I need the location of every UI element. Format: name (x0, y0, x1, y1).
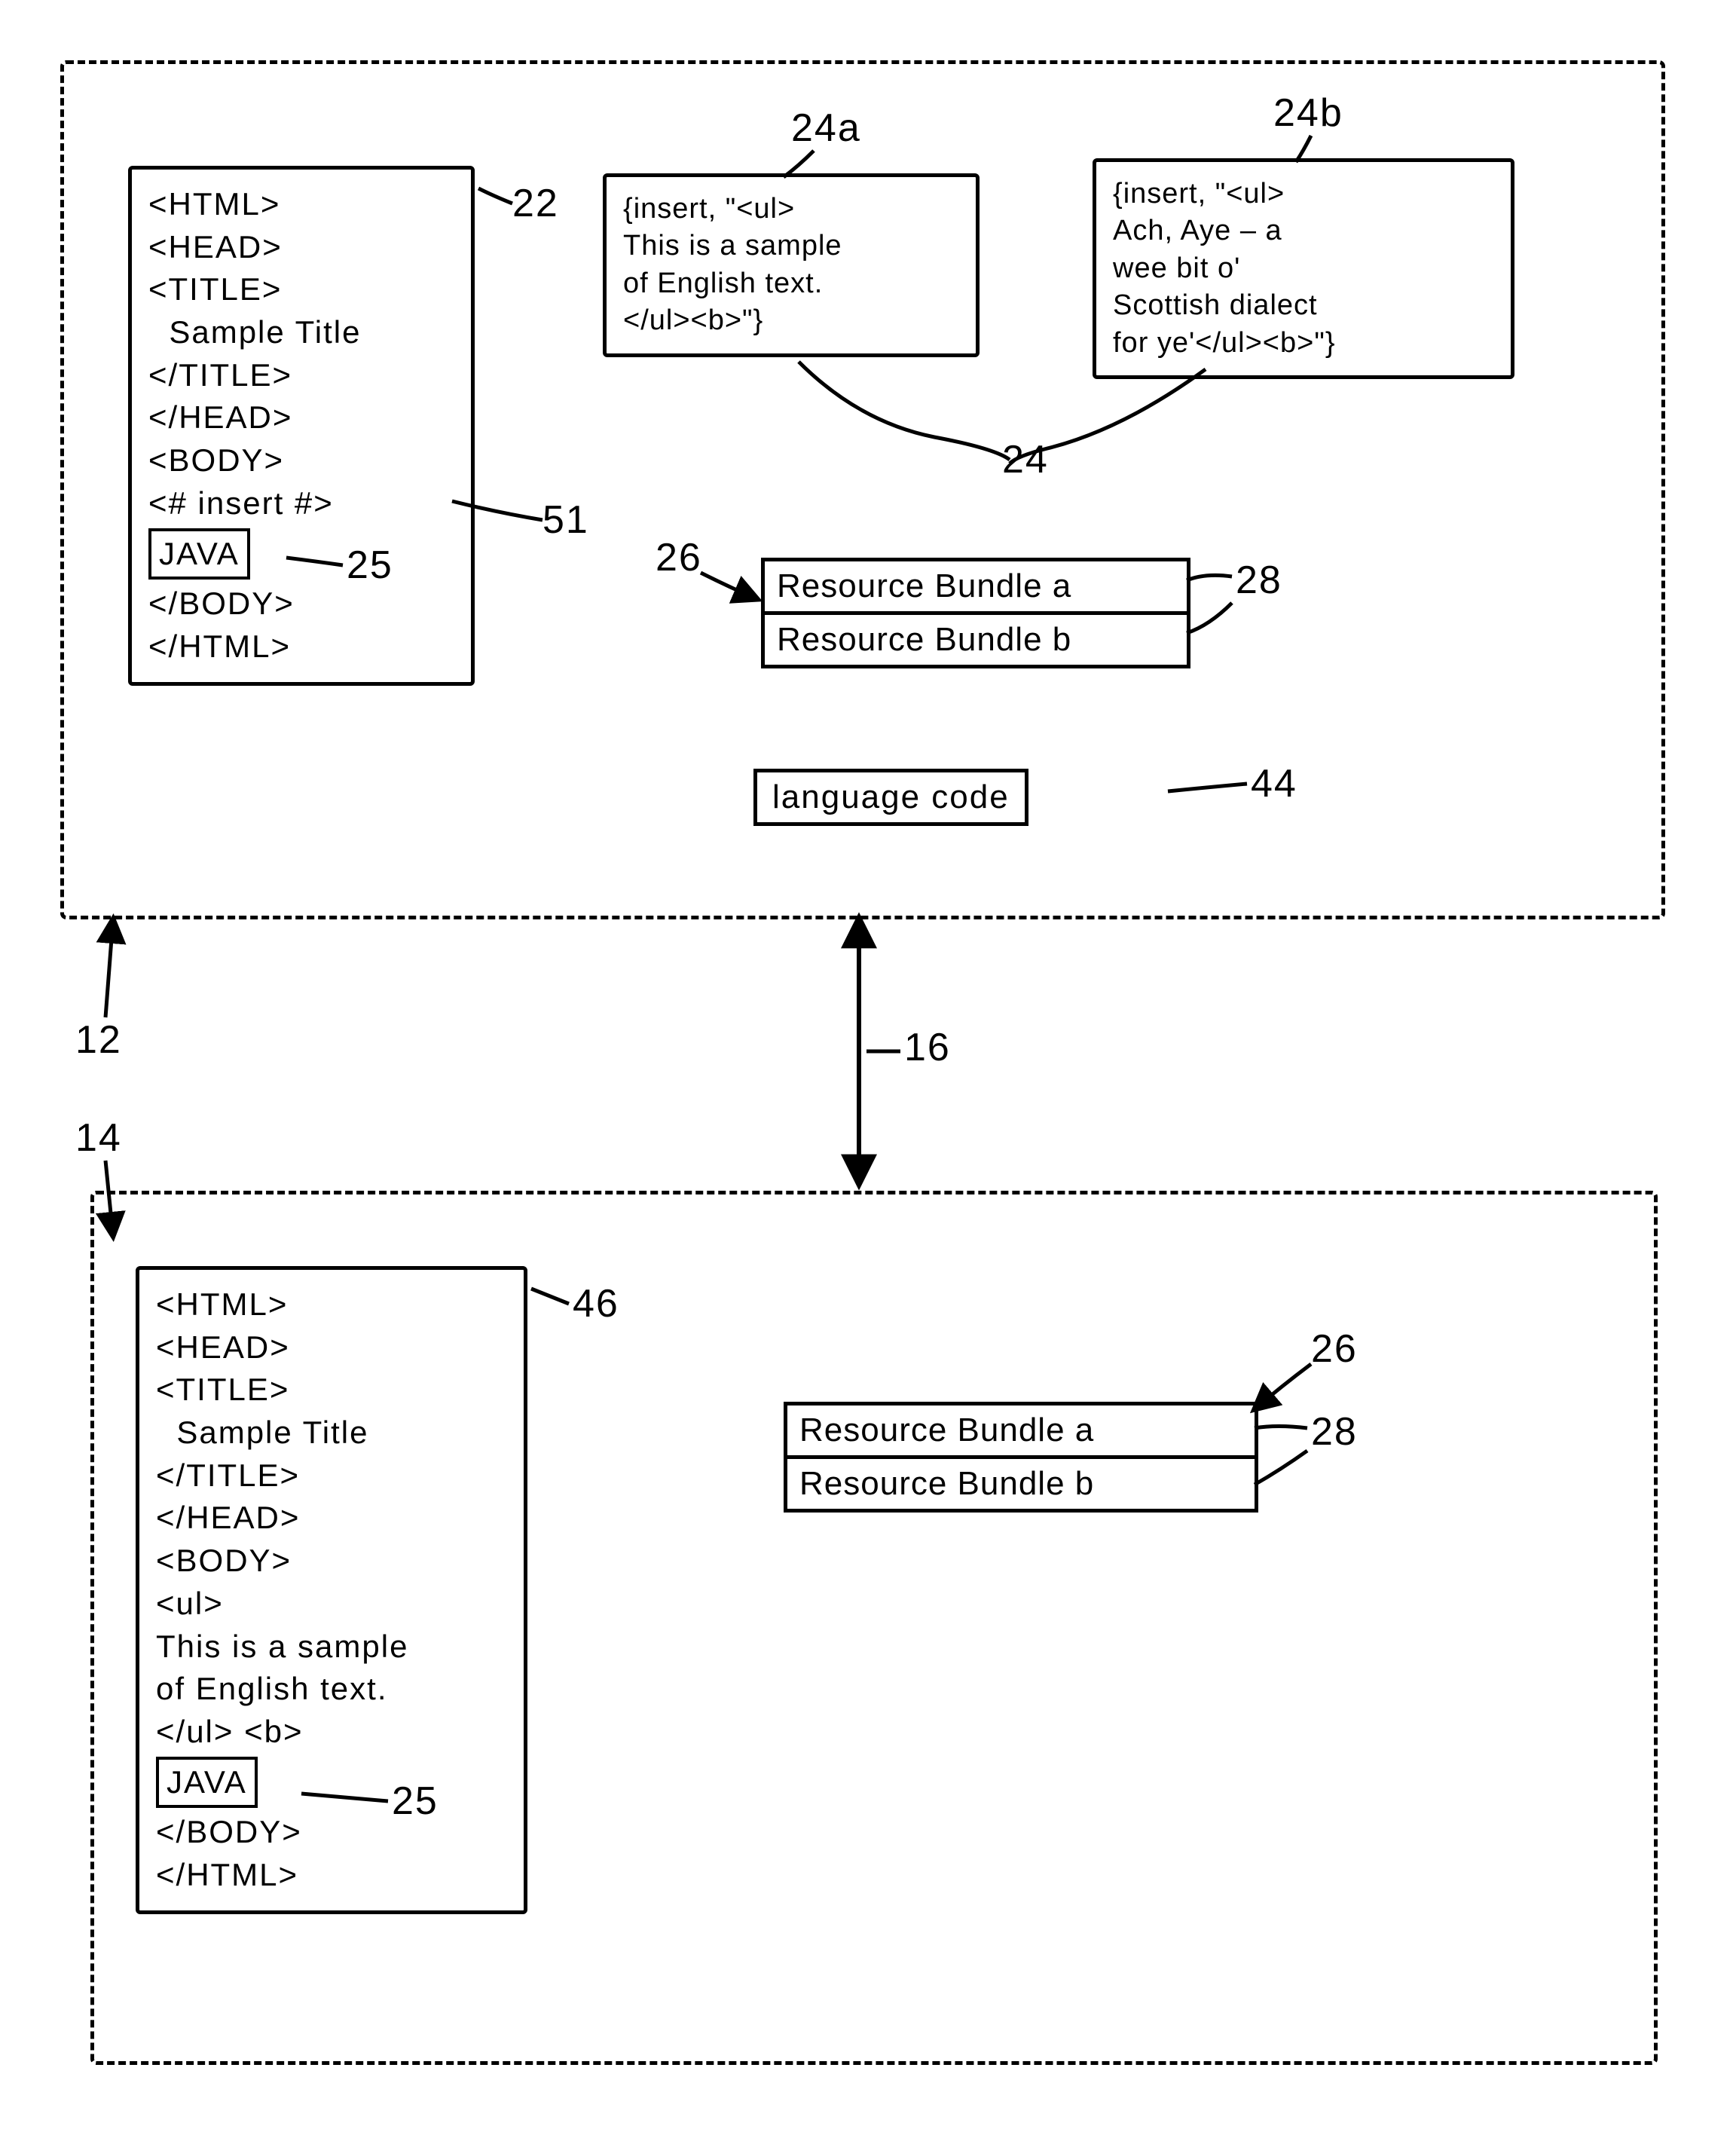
ref-46: 46 (573, 1281, 619, 1326)
code-line: <BODY> (148, 439, 454, 482)
ref-28: 28 (1311, 1409, 1358, 1454)
code-line: </ul> <b> (156, 1711, 507, 1754)
bundle-line: Ach, Aye – a (1113, 213, 1494, 249)
ref-12: 12 (75, 1017, 122, 1063)
diagram-canvas: <HTML> <HEAD> <TITLE> Sample Title </TIT… (30, 30, 1706, 2105)
ref-28: 28 (1236, 558, 1282, 603)
code-line: </HTML> (156, 1854, 507, 1897)
ref-25: 25 (392, 1779, 439, 1824)
ref-44: 44 (1251, 761, 1297, 806)
code-line: <HEAD> (148, 226, 454, 269)
ref-26: 26 (1311, 1326, 1358, 1372)
bundle-table-top: Resource Bundle a Resource Bundle b (761, 558, 1190, 668)
code-line: <ul> (156, 1583, 507, 1626)
ref-24: 24 (1002, 437, 1049, 482)
ref-24a: 24a (791, 106, 861, 151)
box-22-html-template: <HTML> <HEAD> <TITLE> Sample Title </TIT… (128, 166, 475, 686)
code-line: <BODY> (156, 1540, 507, 1583)
bundle-line: Scottish dialect (1113, 287, 1494, 324)
ref-25: 25 (347, 543, 393, 588)
ref-16: 16 (904, 1025, 951, 1070)
box-24b-scottish-bundle: {insert, "<ul> Ach, Aye – a wee bit o' S… (1093, 158, 1514, 379)
bundle-row-a: Resource Bundle a (765, 561, 1187, 615)
code-line: </BODY> (148, 583, 454, 626)
bundle-line: {insert, "<ul> (623, 191, 959, 228)
code-line: </HTML> (148, 626, 454, 668)
java-applet-box: JAVA (148, 528, 250, 580)
box-24a-english-bundle: {insert, "<ul> This is a sample of Engli… (603, 173, 980, 357)
code-line: This is a sample (156, 1626, 507, 1669)
code-line: </HEAD> (148, 396, 454, 439)
code-line: </HEAD> (156, 1497, 507, 1540)
bundle-row-a: Resource Bundle a (787, 1405, 1255, 1459)
ref-14: 14 (75, 1115, 122, 1161)
bundle-line: This is a sample (623, 228, 959, 265)
bundle-table-bottom: Resource Bundle a Resource Bundle b (784, 1402, 1258, 1513)
code-line: <HTML> (156, 1283, 507, 1326)
ref-51: 51 (542, 497, 589, 543)
ref-26: 26 (656, 535, 702, 580)
code-line: </BODY> (156, 1811, 507, 1854)
code-line: Sample Title (156, 1412, 507, 1454)
bundle-row-b: Resource Bundle b (765, 615, 1187, 665)
code-line: <HTML> (148, 183, 454, 226)
bundle-row-b: Resource Bundle b (787, 1459, 1255, 1509)
code-line: Sample Title (148, 311, 454, 354)
java-applet-box: JAVA (156, 1757, 258, 1809)
code-line: <TITLE> (148, 268, 454, 311)
box-46-rendered-html: <HTML> <HEAD> <TITLE> Sample Title </TIT… (136, 1266, 527, 1914)
code-line-insert: <# insert #> (148, 482, 454, 525)
bundle-line: </ul><b>"} (623, 302, 959, 339)
bundle-line: of English text. (623, 265, 959, 302)
ref-22: 22 (512, 181, 559, 226)
language-code-box: language code (753, 769, 1028, 826)
code-line: </TITLE> (148, 354, 454, 397)
bundle-line: {insert, "<ul> (1113, 176, 1494, 213)
code-line: <TITLE> (156, 1369, 507, 1412)
code-line: <HEAD> (156, 1326, 507, 1369)
bundle-line: for ye'</ul><b>"} (1113, 325, 1494, 362)
ref-24b: 24b (1273, 90, 1343, 136)
bundle-line: wee bit o' (1113, 250, 1494, 287)
code-line: </TITLE> (156, 1454, 507, 1497)
code-line: of English text. (156, 1668, 507, 1711)
